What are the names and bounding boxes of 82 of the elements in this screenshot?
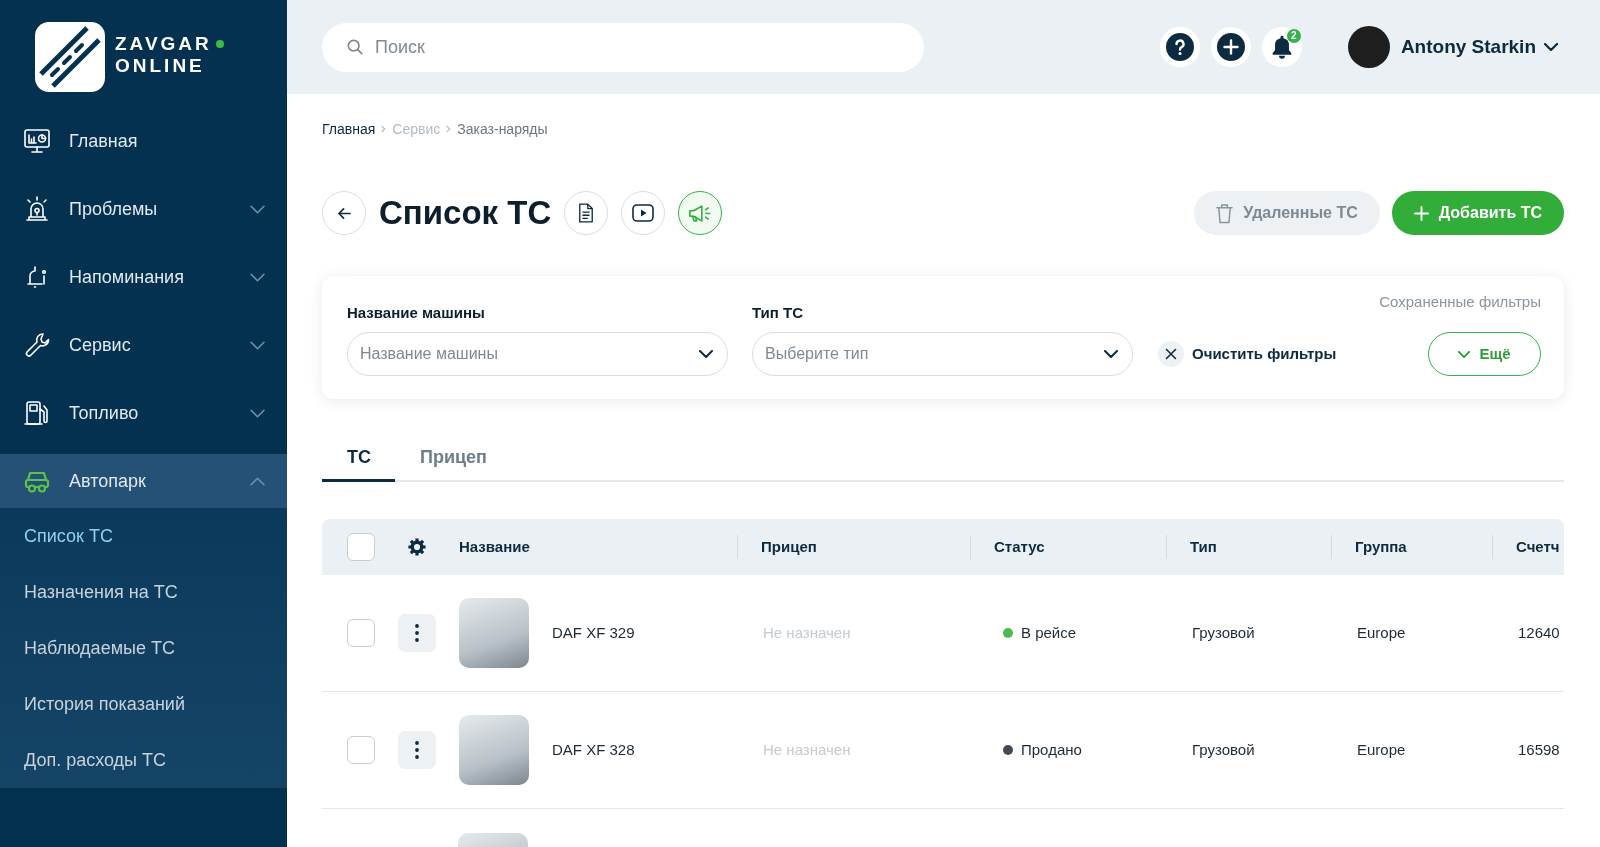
breadcrumb-link: Сервис (392, 120, 441, 138)
video-button[interactable] (621, 191, 666, 235)
field-label: Тип ТС (752, 304, 805, 322)
sidebar-item[interactable]: Напоминания (0, 250, 287, 304)
page-title: Список ТС (379, 193, 552, 233)
vertical-dots-icon (415, 741, 419, 759)
chevron-right-icon (381, 125, 387, 133)
column-header: Тип (1190, 536, 1217, 557)
siren-icon (23, 195, 51, 223)
status-label: Продано (1021, 739, 1082, 760)
table-cell-text: Не назначен (763, 739, 851, 760)
close-icon (1158, 341, 1184, 367)
plus-icon (1216, 33, 1245, 61)
chevron-down-icon (1544, 43, 1558, 51)
tab[interactable]: Прицеп (395, 438, 511, 482)
table-cell-text: Грузовой (1192, 622, 1255, 643)
checkbox[interactable] (347, 619, 375, 647)
megaphone-icon (688, 203, 713, 223)
vehicle-name[interactable]: DAF XF 328 (552, 738, 635, 762)
table-cell-text: Грузовой (1192, 739, 1255, 760)
vehicle-name[interactable]: DAF XF 329 (552, 621, 635, 645)
column-header: Статус (994, 536, 1045, 557)
column-header: Название (459, 536, 530, 557)
photo-placeholder (458, 833, 528, 847)
logo-text: ONLINE (115, 55, 206, 77)
breadcrumb-link[interactable]: Главная (322, 120, 376, 138)
help-button[interactable] (1159, 27, 1200, 67)
avatar (1347, 26, 1390, 68)
road-logo-icon (35, 22, 105, 92)
table-cell-text: Не назначен (763, 622, 851, 643)
settings-icon[interactable] (407, 537, 427, 557)
chevron-down-icon (1458, 350, 1471, 358)
plus-icon (1413, 205, 1429, 221)
wrench-icon (23, 331, 51, 359)
trash-icon (1216, 202, 1234, 224)
status-label: В рейсе (1021, 622, 1077, 643)
field-label: Название машины (347, 304, 486, 322)
photo-placeholder (459, 598, 529, 668)
add-button[interactable] (1210, 27, 1251, 67)
table-cell-text: Europe (1357, 622, 1406, 643)
more-button[interactable] (398, 614, 436, 652)
submenu-item[interactable]: Наблюдаемые ТС (0, 620, 287, 676)
search-field[interactable]: Поиск (322, 22, 924, 72)
vertical-dots-icon (415, 624, 419, 642)
megaphone-button[interactable] (678, 191, 723, 235)
column-header: Прицеп (761, 536, 817, 557)
sidebar-item[interactable]: Автопарк (0, 454, 287, 508)
photo-placeholder (459, 715, 529, 785)
table-cell-text: Europe (1357, 739, 1406, 760)
document-icon (578, 203, 595, 223)
tab[interactable]: ТС (322, 438, 395, 482)
submenu-item[interactable]: История показаний (0, 676, 287, 732)
column-header: Счетч (1516, 536, 1560, 557)
breadcrumb-link[interactable]: Заказ-наряды (457, 120, 548, 138)
sidebar-item[interactable]: Сервис (0, 318, 287, 372)
search-icon (347, 38, 363, 55)
sidebar-item[interactable]: Проблемы (0, 182, 287, 236)
sidebar-item[interactable]: Главная (0, 114, 287, 168)
checkbox[interactable] (347, 533, 375, 561)
more-button[interactable] (398, 731, 436, 769)
chevron-down-icon (1104, 350, 1118, 358)
logo-text: ZAVGAR (115, 33, 212, 55)
fuel-pump-icon (23, 399, 51, 427)
arrow-left-icon (337, 207, 351, 219)
play-icon (632, 204, 655, 222)
sidebar-item[interactable]: Топливо (0, 386, 287, 440)
chevron-down-icon (699, 350, 713, 358)
dot-icon (215, 40, 224, 48)
column-header: Группа (1355, 536, 1407, 557)
clear-filters-button[interactable]: Очистить фильтры (1158, 332, 1337, 376)
help-icon (1165, 33, 1194, 61)
notification-badge: 2 (1286, 29, 1301, 43)
submenu-item[interactable]: Назначения на ТС (0, 564, 287, 620)
user-name[interactable]: Antony Starkin (1400, 32, 1536, 62)
table-cell-text: 16598 (1518, 739, 1560, 760)
document-button[interactable] (564, 191, 609, 235)
table-cell-text: 12640 (1518, 622, 1560, 643)
checkbox[interactable] (347, 736, 375, 764)
submenu-item[interactable]: Доп. расходы ТС (0, 732, 287, 788)
chevron-right-icon (446, 125, 452, 133)
monitor-chart-icon (23, 127, 51, 155)
submenu-item[interactable]: Список ТС (0, 508, 287, 564)
